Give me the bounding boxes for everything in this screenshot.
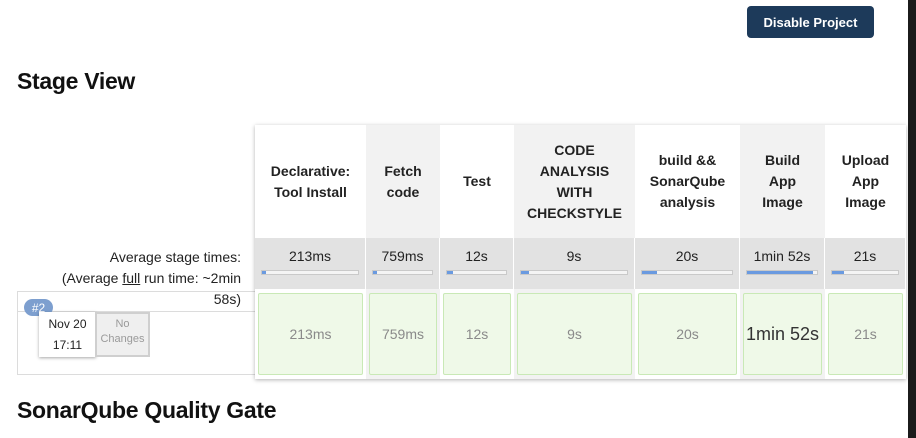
stage-name: Upload App Image (825, 125, 906, 238)
build-changes[interactable]: No Changes (95, 312, 150, 357)
stage-name-text: Declarative: Tool Install (270, 162, 351, 200)
stage-average-progress (446, 270, 507, 275)
stage-average-progress-fill (447, 271, 454, 274)
stage-run-cell[interactable]: 9s (517, 293, 632, 375)
stage-average-progress (372, 270, 433, 275)
stage-average-progress (520, 270, 628, 275)
stage-name: Declarative: Tool Install (255, 125, 366, 238)
stage-average-progress (641, 270, 733, 275)
build-date-card[interactable]: Nov 20 17:11 (39, 312, 96, 357)
stage-name-text: Test (463, 173, 491, 189)
average-stage-times-line: Average stage times: (109, 249, 241, 265)
stage-name: build && SonarQube analysis (635, 125, 740, 238)
stage-name-text: build && SonarQube analysis (649, 152, 726, 210)
stage-column: Test 12s 12s (440, 125, 514, 379)
stage-average-cell: 20s (635, 238, 740, 289)
build-date: Nov 20 (48, 317, 87, 331)
stage-name: Test (440, 125, 514, 238)
build-time: 17:11 (52, 338, 83, 352)
stage-average-time: 9s (566, 248, 582, 264)
stage-column: Fetch code 759ms 759ms (366, 125, 440, 379)
stage-name-text: Fetch code (384, 162, 422, 200)
stage-run-cell[interactable]: 21s (828, 293, 903, 375)
stage-average-progress-fill (373, 271, 377, 274)
stage-average-time: 12s (465, 248, 488, 264)
stage-average-progress-fill (747, 271, 813, 274)
stage-name: Fetch code (366, 125, 440, 238)
average-run-time-suffix: run time: ~2min (140, 270, 241, 286)
stage-view-table: Declarative: Tool Install 213ms 213ms Fetch… (255, 125, 906, 379)
stage-average-progress-fill (642, 271, 658, 274)
stage-average-cell: 213ms (255, 238, 366, 289)
stage-run-cell[interactable]: 759ms (369, 293, 437, 375)
stage-column: Upload App Image 21s 21s (825, 125, 906, 379)
stage-average-cell: 12s (440, 238, 514, 289)
stage-run-cell[interactable]: 12s (443, 293, 511, 375)
stage-average-progress-fill (262, 271, 266, 274)
average-run-time-prefix: (Average (61, 270, 123, 286)
stage-average-time: 213ms (288, 248, 332, 264)
stage-average-progress (746, 270, 818, 275)
stage-run-cell[interactable]: 213ms (258, 293, 363, 375)
sonarqube-quality-gate-heading: SonarQube Quality Gate (17, 397, 277, 423)
stage-column: build && SonarQube analysis 20s 20s (635, 125, 740, 379)
disable-project-button[interactable]: Disable Project (747, 6, 874, 38)
stage-view-heading: Stage View (17, 68, 136, 94)
average-run-time-line: (Average full run time: ~2min (40, 268, 241, 289)
stage-name-text: Upload App Image (841, 152, 890, 210)
stage-average-progress (261, 270, 359, 275)
stage-name: Build App Image (740, 125, 825, 238)
stage-average-progress-fill (521, 271, 530, 274)
full-run-link[interactable]: full (122, 270, 140, 286)
stage-column: Declarative: Tool Install 213ms 213ms (255, 125, 366, 379)
stage-average-cell: 21s (825, 238, 906, 289)
stage-column: CODE ANALYSIS WITH CHECKSTYLE 9s 9s (514, 125, 635, 379)
stage-run-cell[interactable]: 20s (638, 293, 737, 375)
stage-average-cell: 9s (514, 238, 635, 289)
stage-average-progress-fill (832, 271, 844, 274)
stage-name: CODE ANALYSIS WITH CHECKSTYLE (514, 125, 635, 238)
stage-name-text: Build App Image (762, 152, 803, 210)
window-edge (908, 0, 916, 438)
stage-average-time: 1min 52s (753, 248, 811, 264)
stage-average-time: 20s (675, 248, 699, 264)
stage-average-cell: 759ms (366, 238, 440, 289)
stage-name-text: CODE ANALYSIS WITH CHECKSTYLE (527, 141, 622, 221)
stage-average-progress (831, 270, 899, 275)
stage-column: Build App Image 1min 52s 1min 52s (740, 125, 825, 379)
stage-average-time: 21s (853, 248, 877, 264)
stage-average-cell: 1min 52s (740, 238, 825, 289)
stage-average-time: 759ms (381, 248, 424, 264)
stage-run-cell[interactable]: 1min 52s (743, 293, 822, 375)
